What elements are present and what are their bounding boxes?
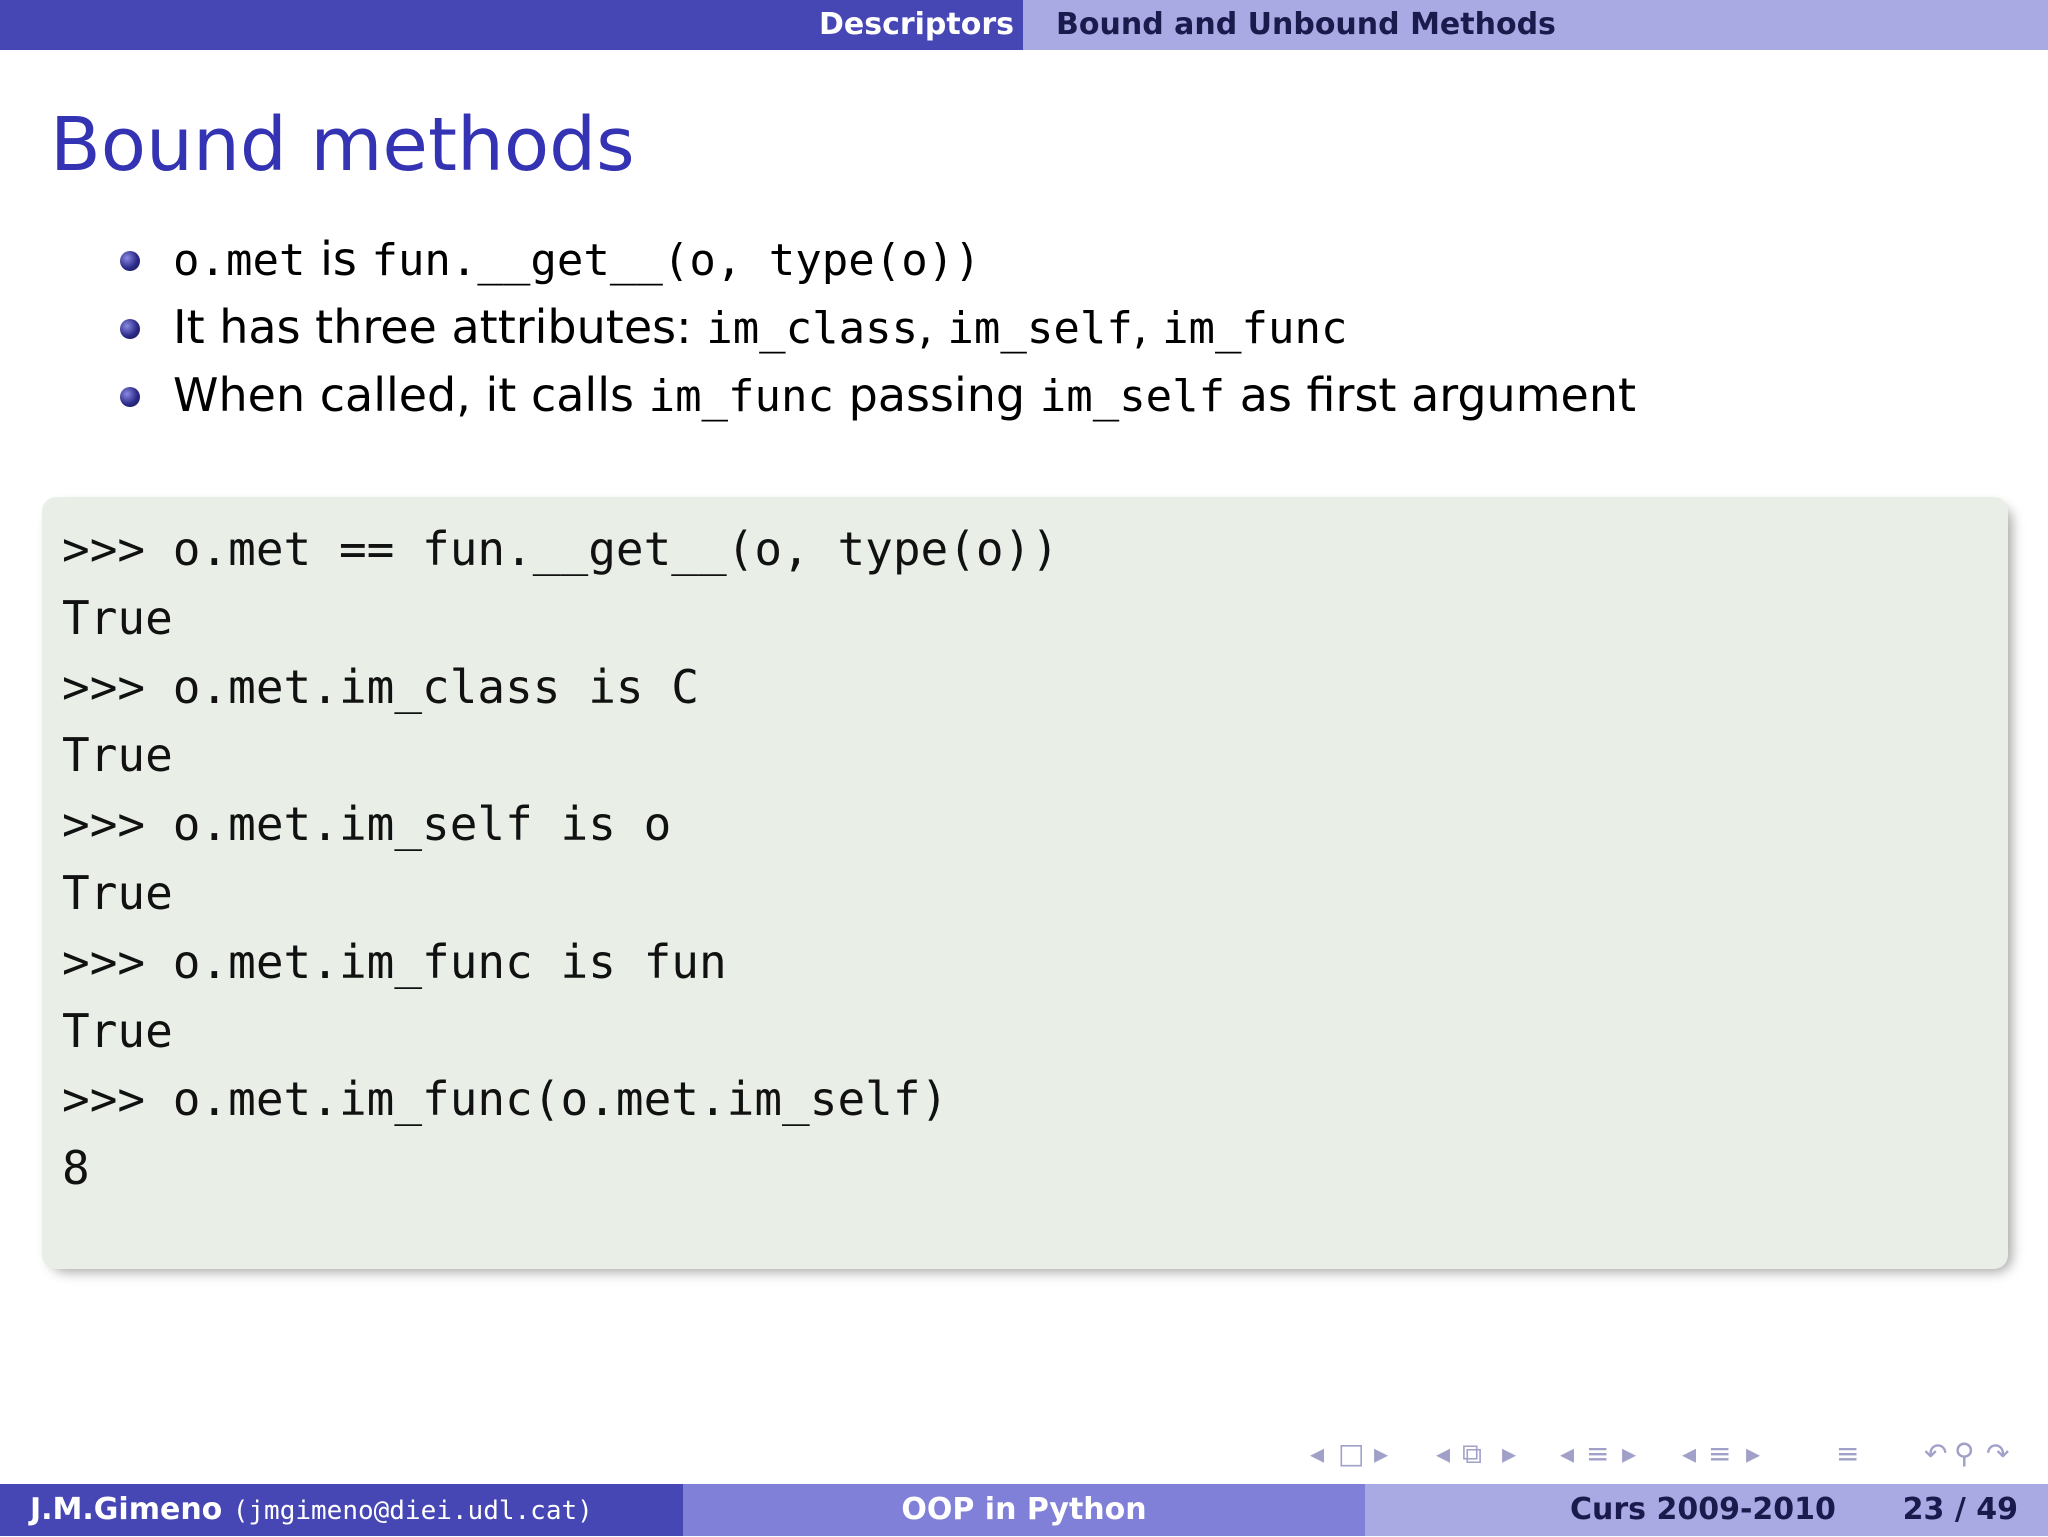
bullet-dot-icon — [120, 319, 140, 339]
section-next-icon[interactable]: ▸ — [1622, 1436, 1636, 1472]
subsection-prev-icon[interactable]: ◂ — [1436, 1436, 1450, 1472]
subsection-next-icon[interactable]: ▸ — [1502, 1436, 1516, 1472]
bullet-text-fragment: is — [305, 232, 372, 286]
bullet-dot-icon — [120, 251, 140, 271]
search-icon[interactable]: ⚲ — [1954, 1436, 1975, 1472]
section-prev-icon[interactable]: ◂ — [1560, 1436, 1574, 1472]
footer-title: OOP in Python — [683, 1484, 1365, 1536]
bullet-code-fragment: im_self — [1039, 371, 1226, 422]
subsection-icon[interactable]: ⧉ — [1462, 1436, 1482, 1472]
bullet-text-fragment: passing — [834, 368, 1040, 422]
bullet-text: When called, it calls im_func passing im… — [173, 361, 1636, 431]
navigation-bar: ◂ □ ▸ ◂ ⧉ ▸ ◂ ≡ ▸ ◂ ≡ ▸ ≡ ↶ ⚲ ↷ — [1310, 1436, 2030, 1472]
bullet-code-fragment: o.met — [173, 235, 306, 286]
bullet-code-fragment: im_func — [648, 371, 835, 422]
slide-prev-icon[interactable]: ◂ — [1682, 1436, 1696, 1472]
section-icon[interactable]: ≡ — [1586, 1436, 1609, 1472]
bullet-code-fragment: im_self — [947, 303, 1133, 354]
bullet-code-fragment: im_func — [1162, 303, 1348, 354]
code-line: True — [62, 590, 173, 645]
code-line: >>> o.met.im_func is fun — [62, 934, 727, 989]
bullet-item: When called, it calls im_func passing im… — [115, 361, 2015, 429]
code-lines: >>> o.met == fun.__get__(o, type(o)) True… — [62, 515, 1059, 1203]
frame-icon[interactable]: □ — [1338, 1436, 1364, 1472]
bullet-text-fragment: , — [1132, 300, 1163, 354]
frame-prev-icon[interactable]: ◂ — [1310, 1436, 1324, 1472]
bullet-text: It has three attributes: im_class, im_se… — [173, 293, 1348, 363]
code-block: >>> o.met == fun.__get__(o, type(o)) True… — [42, 497, 2008, 1269]
code-line: >>> o.met.im_self is o — [62, 797, 672, 852]
header-bar: Descriptors Bound and Unbound Methods — [0, 0, 2048, 50]
code-line: >>> o.met == fun.__get__(o, type(o)) — [62, 522, 1059, 576]
bullet-text-fragment: as first argument — [1225, 368, 1637, 422]
bullet-text: o.met is fun.__get__(o, type(o)) — [173, 225, 981, 295]
footer-bar: J.M.Gimeno (jmgimeno@diei.udl.cat) OOP i… — [0, 1484, 2048, 1536]
footer-author-panel: J.M.Gimeno (jmgimeno@diei.udl.cat) — [0, 1484, 683, 1536]
bullet-text-fragment: , — [918, 300, 948, 354]
footer-info-panel: Curs 2009-2010 23 / 49 — [1365, 1484, 2048, 1536]
bullet-list: o.met is fun.__get__(o, type(o)) It has t… — [115, 225, 2015, 429]
author-email: (jmgimeno@diei.udl.cat) — [232, 1496, 593, 1526]
outline-icon[interactable]: ≡ — [1836, 1436, 1859, 1472]
bullet-text-fragment: When called, it calls — [173, 368, 649, 422]
footer-author: J.M.Gimeno (jmgimeno@diei.udl.cat) — [30, 1484, 593, 1537]
page-counter: 23 / 49 — [1902, 1492, 2018, 1527]
footer-course: Curs 2009-2010 — [1570, 1492, 1836, 1527]
bullet-code-fragment: im_class — [706, 303, 919, 354]
slide-icon[interactable]: ≡ — [1708, 1436, 1731, 1472]
slide-next-icon[interactable]: ▸ — [1746, 1436, 1760, 1472]
code-line: True — [62, 865, 173, 920]
bullet-dot-icon — [120, 387, 140, 407]
redo-icon[interactable]: ↷ — [1986, 1436, 2009, 1472]
author-name: J.M.Gimeno — [30, 1492, 223, 1527]
undo-icon[interactable]: ↶ — [1924, 1436, 1947, 1472]
code-line: >>> o.met.im_class is C — [62, 659, 699, 714]
bullet-item: o.met is fun.__get__(o, type(o)) — [115, 225, 2015, 293]
bullet-text-fragment: It has three attributes: — [173, 300, 707, 354]
header-subsection-link[interactable]: Bound and Unbound Methods — [1056, 0, 1556, 50]
frame-next-icon[interactable]: ▸ — [1374, 1436, 1388, 1472]
header-section-link[interactable]: Descriptors — [810, 0, 1023, 50]
code-line: >>> o.met.im_func(o.met.im_self) — [62, 1072, 949, 1127]
code-line: 8 — [62, 1141, 90, 1196]
slide-title: Bound methods — [50, 102, 635, 188]
code-line: True — [62, 728, 173, 783]
bullet-code-fragment: fun.__get__(o, type(o)) — [371, 235, 981, 286]
code-line: True — [62, 1003, 173, 1058]
bullet-item: It has three attributes: im_class, im_se… — [115, 293, 2015, 361]
